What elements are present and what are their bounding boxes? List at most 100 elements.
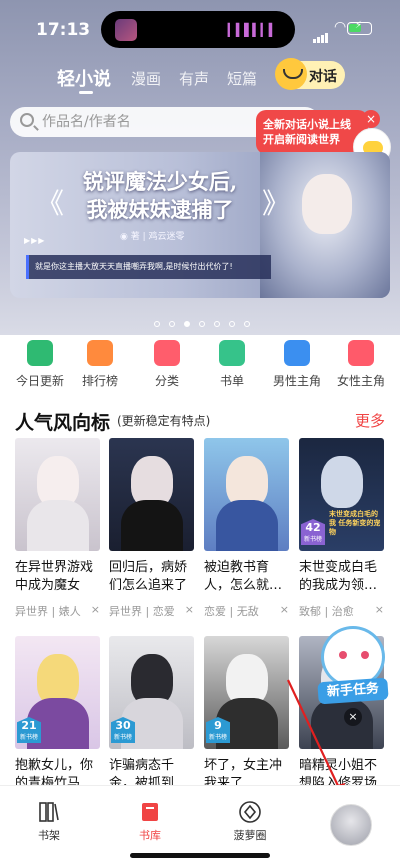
book-card[interactable]: 30 新书榜 诈骗病态千金，被抓到… [109,636,194,793]
tab-comic[interactable]: 漫画 [131,68,161,89]
banner-author: ◉ 著 | 鸡云迷零 [120,232,185,242]
nav-library[interactable]: 书库 [120,800,180,843]
nav-label: 菠萝圈 [233,829,267,842]
section-title: 人气风向标 [15,412,111,434]
carousel-dot[interactable] [229,321,235,327]
triple-arrow-icon: ▶▶▶ [24,236,46,245]
category-label: 今日更新 [15,374,64,388]
category-label: 书单 [219,374,244,388]
promo-line-1: 全新对话小说上线 [263,118,351,131]
book-card[interactable]: 被迫教书育人，怎么就… 恋爱 | 无敌 × [204,438,289,619]
book-card[interactable]: 9 新书榜 坏了，女主冲我来了 [204,636,289,793]
smiley-icon [275,58,307,90]
nav-bookshelf[interactable]: 书架 [19,800,79,843]
carousel-dot[interactable] [199,321,205,327]
rank-badge: 9 新书榜 [206,717,230,743]
book-tags: 异世界 | 婊人 × [15,603,100,618]
dismiss-icon[interactable]: × [280,603,289,616]
battery-icon: ⚡ [347,20,372,35]
banner-title: 锐评魔法少女后, 我被妹妹逮捕了 [50,168,270,224]
category-label: 女性主角 [336,374,385,388]
dismiss-icon[interactable]: × [375,603,384,616]
nav-label: 书库 [139,829,161,842]
book-title: 在异世界游戏中成为魔女 [15,560,94,593]
book-card[interactable]: 21 新书榜 抱歉女儿，你的青梅竹马… [15,636,100,793]
book-tags: 恋爱 | 无敌 × [204,603,289,618]
book-tags: 异世界 | 恋爱 × [109,603,194,618]
book-tags: 致郁 | 治愈 × [299,603,384,618]
ranking-icon [87,340,113,366]
tab-audio[interactable]: 有声 [179,68,209,89]
category-booklist[interactable]: 书单 [199,340,265,389]
signal-icon [313,24,329,43]
category-label: 男性主角 [272,374,321,388]
calendar-icon [27,340,53,366]
female-icon [348,340,374,366]
banner-quote: 就是你这主播大放天天直播嘲弄我啊,是时候付出代价了! [26,255,271,279]
new-task-close-icon[interactable]: × [344,708,362,726]
book-cover: 30 新书榜 [109,636,194,749]
carousel-dot-active[interactable] [184,321,190,327]
book-title: 末世变成白毛的我成为领… [299,560,378,593]
featured-banner[interactable]: 《 》 锐评魔法少女后, 我被妹妹逮捕了 ◉ 著 | 鸡云迷零 ▶▶▶ 就是你这… [10,152,390,298]
new-task-label: 新手任务 [317,677,389,705]
rank-badge: 42 新书榜 [301,519,325,545]
dynamic-island: ▎▍▌▍▎▍ [101,11,295,48]
nav-pineapple-circle[interactable]: 菠萝圈 [220,800,280,843]
category-label: 排行榜 [81,374,118,388]
book-cover [15,438,100,551]
banner-title-line-2: 我被妹妹逮捕了 [86,197,234,222]
category-classify[interactable]: 分类 [134,340,200,389]
category-female-lead[interactable]: 女性主角 [328,340,394,389]
library-icon [138,800,162,824]
grid-icon [154,340,180,366]
new-user-task-widget[interactable]: 新手任务 × [313,622,393,732]
home-indicator [130,853,270,858]
book-title: 回归后，病娇们怎么追来了 [109,560,188,593]
nav-label: 书架 [38,829,60,842]
chat-novel-button[interactable]: 对话 [275,58,345,90]
status-bar: 17:13 ▎▍▌▍▎▍ ◠ ⚡ [0,0,400,58]
dismiss-icon[interactable]: × [185,603,194,616]
more-link[interactable]: 更多 [355,410,385,431]
book-title: 被迫教书育人，怎么就… [204,560,283,593]
wifi-icon: ◠ [334,19,347,35]
book-cover [109,438,194,551]
carousel-dots [154,312,259,331]
tab-short[interactable]: 短篇 [227,68,257,89]
promo-close-icon[interactable]: × [362,110,380,128]
now-playing-app-icon [115,19,137,41]
pineapple-circle-icon [238,800,262,824]
banner-illustration [260,152,390,298]
carousel-dot[interactable] [214,321,220,327]
promo-popup[interactable]: 全新对话小说上线 开启新阅读世界 [256,110,368,154]
chat-label: 对话 [309,69,337,85]
rank-badge: 30 新书榜 [111,717,135,743]
cover-title: 末世变成白毛的我 任务新变的宠物 [329,510,381,536]
carousel-dot[interactable] [244,321,250,327]
dismiss-icon[interactable]: × [91,603,100,616]
search-icon [20,113,34,127]
book-card[interactable]: 回归后，病娇们怎么追来了 异世界 | 恋爱 × [109,438,194,619]
category-label: 分类 [154,374,179,388]
book-cover [204,438,289,551]
booklist-icon [219,340,245,366]
tab-light-novel[interactable]: 轻小说 [57,65,111,91]
category-row: 今日更新 排行榜 分类 书单 男性主角 女性主角 [0,340,400,400]
profile-avatar[interactable] [330,804,372,846]
status-time: 17:13 [36,20,91,40]
bookshelf-icon [37,800,61,824]
carousel-dot[interactable] [169,321,175,327]
male-icon [284,340,310,366]
category-ranking[interactable]: 排行榜 [67,340,133,389]
category-male-lead[interactable]: 男性主角 [264,340,330,389]
book-cover: 21 新书榜 [15,636,100,749]
book-card[interactable]: 末世变成白毛的我 任务新变的宠物 42 新书榜 末世变成白毛的我成为领… 致郁 |… [299,438,384,619]
rank-badge: 21 新书榜 [17,717,41,743]
section-subtitle: (更新稳定有特点) [117,414,211,428]
category-today-update[interactable]: 今日更新 [7,340,73,389]
carousel-dot[interactable] [154,321,160,327]
book-cover: 9 新书榜 [204,636,289,749]
active-tab-indicator [79,91,93,94]
book-card[interactable]: 在异世界游戏中成为魔女 异世界 | 婊人 × [15,438,100,619]
